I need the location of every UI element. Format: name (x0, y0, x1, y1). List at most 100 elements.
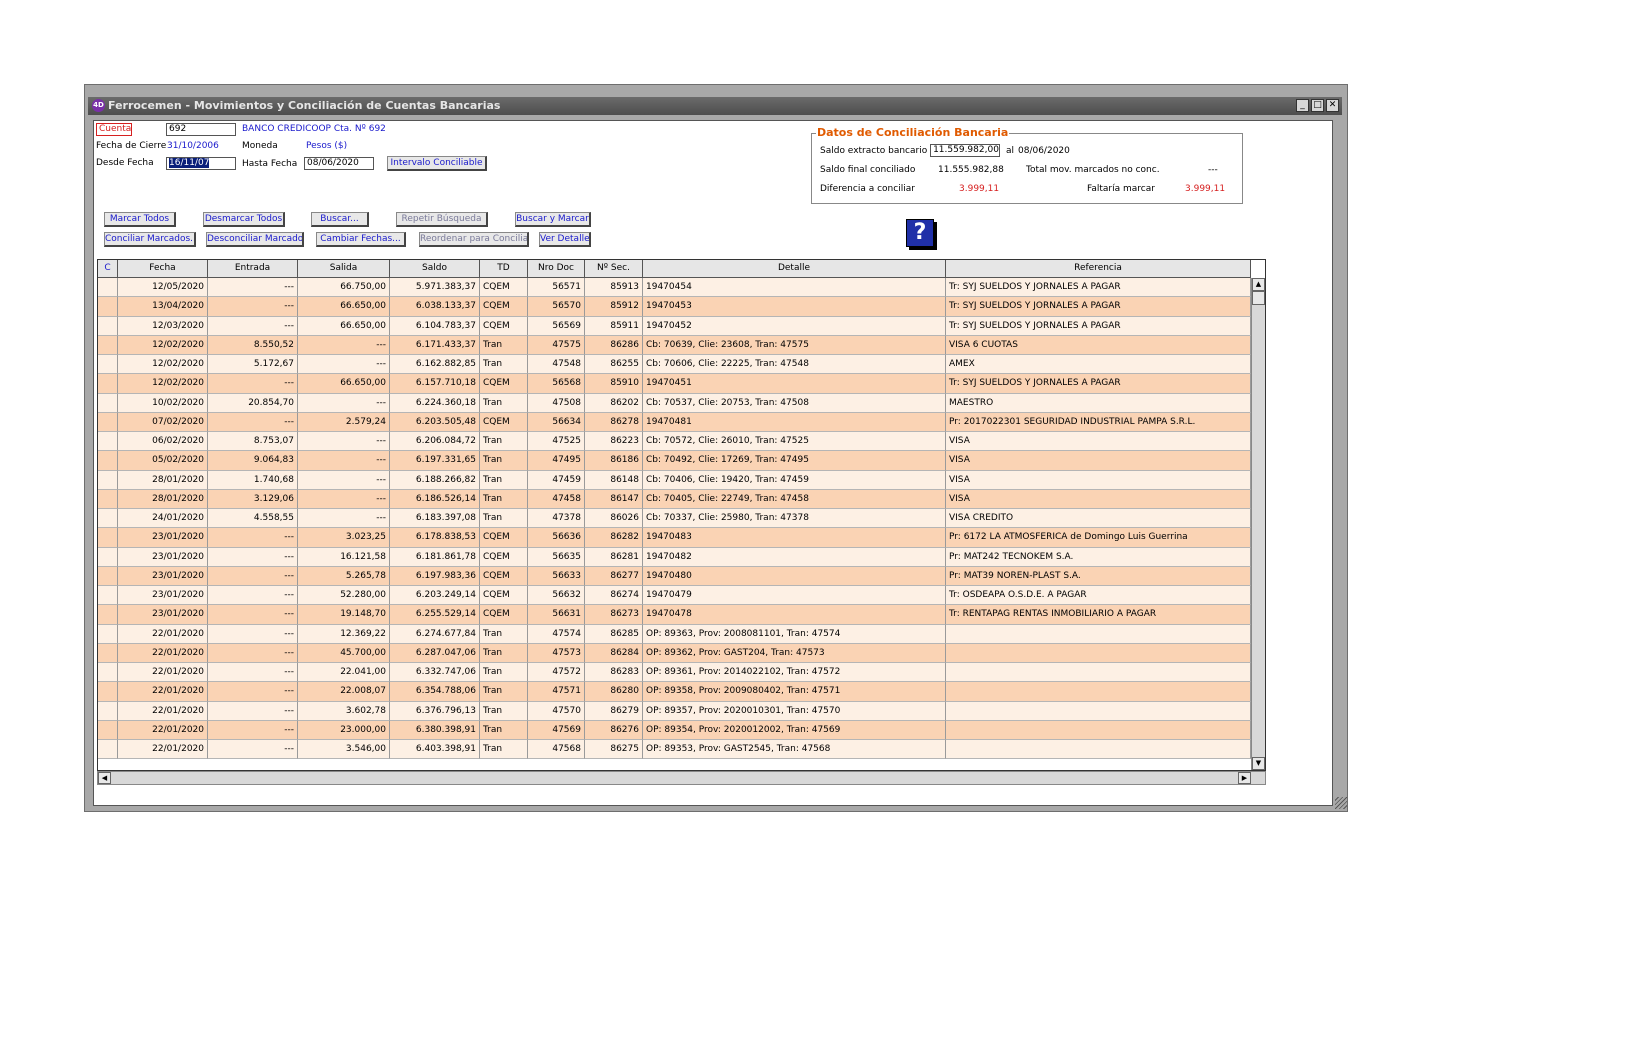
minimize-button[interactable]: _ (1296, 99, 1309, 112)
cambiar-fechas-button[interactable]: Cambiar Fechas... (316, 232, 406, 247)
cell-nro-doc: 47572 (528, 663, 585, 683)
column-header-c[interactable]: C (98, 260, 118, 278)
desde-fecha-input[interactable]: 16/11/07 (166, 157, 236, 170)
resize-grip-icon[interactable] (1335, 797, 1347, 809)
cell-nro-doc: 56632 (528, 586, 585, 606)
cell-fecha: 05/02/2020 (118, 451, 208, 471)
table-row[interactable]: 12/02/2020 --- 66.650,00 6.157.710,18 CQEM 56… (98, 374, 1251, 394)
cell-referencia: VISA (946, 432, 1251, 452)
table-row[interactable]: 12/02/2020 8.550,52 --- 6.171.433,37 Tran 475… (98, 335, 1251, 355)
buscar-button[interactable]: Buscar... (311, 212, 369, 227)
close-button[interactable]: ✕ (1326, 99, 1339, 112)
table-row[interactable]: 23/01/2020 --- 3.023,25 6.178.838,53 CQEM 566… (98, 528, 1251, 548)
intervalo-conciliable-button[interactable]: Intervalo Conciliable (387, 156, 487, 171)
scroll-down-icon[interactable]: ▼ (1252, 757, 1265, 770)
column-header-salida[interactable]: Salida (298, 260, 390, 278)
table-row[interactable]: 23/01/2020 --- 52.280,00 6.203.249,14 CQEM 56… (98, 586, 1251, 606)
scroll-thumb[interactable] (1252, 291, 1265, 305)
desmarcar-todos-button[interactable]: Desmarcar Todos (203, 212, 285, 227)
table-row[interactable]: 28/01/2020 1.740,68 --- 6.188.266,82 Tran 474… (98, 470, 1251, 490)
cell-nro-doc: 47525 (528, 432, 585, 452)
cell-td: Tran (480, 663, 528, 683)
table-row[interactable]: 22/01/2020 --- 12.369,22 6.274.677,84 Tran 47… (98, 624, 1251, 644)
moneda-label: Moneda (242, 141, 278, 151)
column-header-td[interactable]: TD (480, 260, 528, 278)
cell-detalle: Cb: 70406, Clie: 19420, Tran: 47459 (643, 470, 946, 490)
table-row[interactable]: 05/02/2020 9.064,83 --- 6.197.331,65 Tran 474… (98, 451, 1251, 471)
table-row[interactable]: 22/01/2020 --- 3.602,78 6.376.796,13 Tran 475… (98, 701, 1251, 721)
cell-saldo: 5.971.383,37 (390, 278, 480, 298)
scroll-left-icon[interactable]: ◀ (98, 772, 111, 784)
reordenar-button[interactable]: Reordenar para Conciliar (419, 232, 529, 247)
buscar-y-marcar-button[interactable]: Buscar y Marcar (515, 212, 591, 227)
table-row[interactable]: 07/02/2020 --- 2.579,24 6.203.505,48 CQEM 566… (98, 412, 1251, 432)
cell-referencia (946, 643, 1251, 663)
table-row[interactable]: 22/01/2020 --- 22.008,07 6.354.788,06 Tran 47… (98, 682, 1251, 702)
cell-referencia: Pr: MAT39 NOREN-PLAST S.A. (946, 566, 1251, 586)
repetir-busqueda-button[interactable]: Repetir Búsqueda (396, 212, 488, 227)
cell-referencia: Pr: 2017022301 SEGURIDAD INDUSTRIAL PAMP… (946, 412, 1251, 432)
cell-fecha: 22/01/2020 (118, 682, 208, 702)
vertical-scrollbar[interactable]: ▲ ▼ (1251, 278, 1265, 770)
table-row[interactable]: 12/02/2020 5.172,67 --- 6.162.882,85 Tran 475… (98, 355, 1251, 375)
cell-saldo: 6.197.983,36 (390, 566, 480, 586)
column-header-saldo[interactable]: Saldo (390, 260, 480, 278)
column-header-fecha[interactable]: Fecha (118, 260, 208, 278)
table-row[interactable]: 28/01/2020 3.129,06 --- 6.186.526,14 Tran 474… (98, 489, 1251, 509)
cell-salida: --- (298, 335, 390, 355)
scroll-right-icon[interactable]: ▶ (1238, 772, 1251, 784)
column-header-nro-doc[interactable]: Nro Doc (528, 260, 585, 278)
column-header-referencia[interactable]: Referencia (946, 260, 1251, 278)
cell-nro-sec: 86276 (585, 720, 643, 740)
cell-nro-doc: 56633 (528, 566, 585, 586)
conciliar-marcados-button[interactable]: Conciliar Marcados... (104, 232, 196, 247)
cell-nro-sec: 86275 (585, 740, 643, 760)
cell-nro-doc: 47568 (528, 740, 585, 760)
cell-td: CQEM (480, 605, 528, 625)
scroll-up-icon[interactable]: ▲ (1252, 278, 1265, 291)
saldo-extracto-input[interactable]: 11.559.982,00 (930, 144, 1000, 157)
cell-referencia: Tr: SYJ SUELDOS Y JORNALES A PAGAR (946, 316, 1251, 336)
cuenta-input[interactable]: 692 (166, 123, 236, 136)
table-row[interactable]: 12/03/2020 --- 66.650,00 6.104.783,37 CQEM 56… (98, 316, 1251, 336)
horizontal-scrollbar[interactable]: ◀ ▶ (97, 771, 1266, 785)
cell-saldo: 6.197.331,65 (390, 451, 480, 471)
table-row[interactable]: 13/04/2020 --- 66.650,00 6.038.133,37 CQEM 56… (98, 297, 1251, 317)
saldo-final-value: 11.555.982,88 (938, 165, 1004, 175)
cell-referencia (946, 682, 1251, 702)
title-bar[interactable]: 4D Ferrocemen - Movimientos y Conciliaci… (88, 97, 1342, 115)
cell-referencia: Tr: SYJ SUELDOS Y JORNALES A PAGAR (946, 278, 1251, 298)
table-row[interactable]: 23/01/2020 --- 16.121,58 6.181.861,78 CQEM 56… (98, 547, 1251, 567)
table-row[interactable]: 10/02/2020 20.854,70 --- 6.224.360,18 Tran 47… (98, 393, 1251, 413)
cell-salida: 3.023,25 (298, 528, 390, 548)
table-row[interactable]: 22/01/2020 --- 3.546,00 6.403.398,91 Tran 475… (98, 740, 1251, 760)
table-row[interactable]: 22/01/2020 --- 23.000,00 6.380.398,91 Tran 47… (98, 720, 1251, 740)
cell-fecha: 10/02/2020 (118, 393, 208, 413)
table-row[interactable]: 23/01/2020 --- 5.265,78 6.197.983,36 CQEM 566… (98, 566, 1251, 586)
table-row[interactable]: 22/01/2020 --- 22.041,00 6.332.747,06 Tran 47… (98, 663, 1251, 683)
help-button[interactable]: ? (906, 219, 934, 249)
table-row[interactable]: 23/01/2020 --- 19.148,70 6.255.529,14 CQEM 56… (98, 605, 1251, 625)
desconciliar-marcados-button[interactable]: Desconciliar Marcados (206, 232, 304, 247)
cell-nro-sec: 86274 (585, 586, 643, 606)
table-row[interactable]: 22/01/2020 --- 45.700,00 6.287.047,06 Tran 47… (98, 643, 1251, 663)
cell-salida: 66.650,00 (298, 297, 390, 317)
cell-fecha: 22/01/2020 (118, 663, 208, 683)
column-header-nro-sec[interactable]: Nº Sec. (585, 260, 643, 278)
column-header-detalle[interactable]: Detalle (643, 260, 946, 278)
diferencia-label: Diferencia a conciliar (820, 184, 915, 194)
table-row[interactable]: 24/01/2020 4.558,55 --- 6.183.397,08 Tran 473… (98, 509, 1251, 529)
column-header-entrada[interactable]: Entrada (208, 260, 298, 278)
maximize-button[interactable]: □ (1311, 99, 1324, 112)
marcar-todos-button[interactable]: Marcar Todos (104, 212, 176, 227)
hasta-fecha-input[interactable]: 08/06/2020 (304, 157, 374, 170)
table-row[interactable]: 12/05/2020 --- 66.750,00 5.971.383,37 CQEM 56… (98, 278, 1251, 298)
movements-table: C Fecha Entrada Salida Saldo TD Nro Doc Nº Sec.… (97, 259, 1266, 771)
table-row[interactable]: 06/02/2020 8.753,07 --- 6.206.084,72 Tran 475… (98, 432, 1251, 452)
cell-nro-doc: 56631 (528, 605, 585, 625)
cell-entrada: 8.753,07 (208, 432, 298, 452)
cell-detalle: Cb: 70537, Clie: 20753, Tran: 47508 (643, 393, 946, 413)
cell-nro-doc: 56571 (528, 278, 585, 298)
cell-detalle: OP: 89363, Prov: 2008081101, Tran: 47574 (643, 624, 946, 644)
ver-detalle-button[interactable]: Ver Detalle (539, 232, 591, 247)
